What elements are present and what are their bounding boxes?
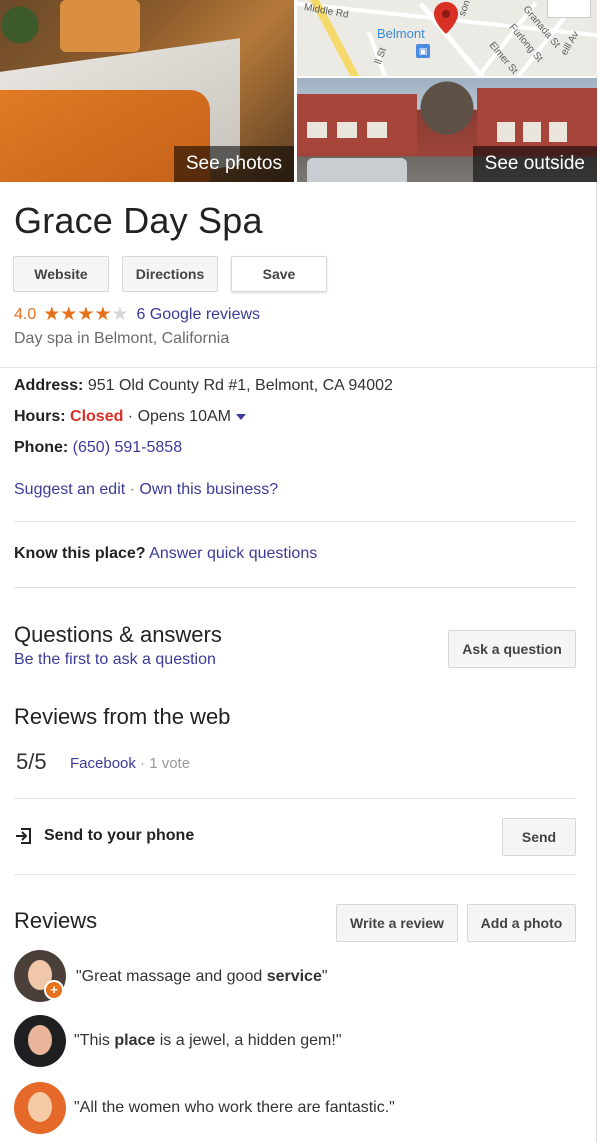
business-name: Grace Day Spa (14, 200, 263, 241)
rating-row: 4.0 ★★★★★ 6 Google reviews (14, 303, 260, 326)
hours-dropdown-icon[interactable] (235, 413, 246, 420)
address-value: 951 Old County Rd #1, Belmont, CA 94002 (87, 377, 393, 394)
review-text: is a jewel, a hidden gem!" (155, 1032, 342, 1049)
hero-images: See photos Middle Rd Granada St Furlong … (0, 0, 597, 182)
star-rating-icon: ★★★★★ (43, 304, 129, 325)
directions-button[interactable]: Directions (122, 256, 218, 292)
review-quote: "This place is a jewel, a hidden gem!" (74, 1032, 342, 1050)
google-reviews-link[interactable]: 6 Google reviews (136, 306, 260, 324)
ask-question-button[interactable]: Ask a question (448, 630, 576, 668)
answer-questions-link[interactable]: Answer quick questions (149, 545, 317, 562)
street-view-photo[interactable]: See outside (297, 78, 597, 182)
write-review-button[interactable]: Write a review (336, 904, 458, 942)
address-row: Address: 951 Old County Rd #1, Belmont, … (14, 377, 393, 395)
hours-status: Closed (70, 408, 124, 425)
avatar-face (28, 1025, 52, 1055)
review-text: "All the women who work there are fantas… (74, 1099, 395, 1116)
first-question-link[interactable]: Be the first to ask a question (14, 651, 216, 669)
avatar (14, 1082, 66, 1134)
transit-icon: ▣ (416, 44, 430, 58)
review-item[interactable]: + "Great massage and good service" (14, 950, 328, 1004)
local-guide-badge-icon: + (44, 980, 64, 1000)
edit-links-row: Suggest an edit · Own this business? (14, 481, 278, 499)
window-decoration (497, 122, 515, 142)
review-item[interactable]: "All the women who work there are fantas… (14, 1082, 395, 1134)
divider (0, 367, 597, 368)
map-street-label: eill Av (559, 29, 582, 58)
divider (14, 798, 576, 799)
suggest-edit-link[interactable]: Suggest an edit (14, 481, 125, 498)
phone-label: Phone: (14, 439, 69, 456)
save-button[interactable]: Save (231, 256, 327, 292)
edit-separator: · (125, 481, 140, 498)
web-review-source: Facebook · 1 vote (70, 755, 190, 772)
phone-link[interactable]: (650) 591-5858 (73, 439, 182, 456)
know-place-label: Know this place? (14, 545, 146, 562)
avatar (14, 1015, 66, 1067)
window-decoration (523, 122, 541, 142)
map-city-label: Belmont (377, 26, 425, 41)
divider (14, 874, 576, 875)
know-place-row: Know this place? Answer quick questions (14, 545, 317, 563)
reviews-title: Reviews (14, 908, 98, 933)
avatar-wrapper: + (14, 950, 68, 1004)
hours-opens[interactable]: Opens 10AM (138, 408, 231, 425)
tree-decoration (417, 78, 477, 148)
business-category: Day spa in Belmont, California (14, 330, 230, 347)
send-to-phone-row[interactable]: Send to your phone (14, 826, 194, 846)
add-photo-button[interactable]: Add a photo (467, 904, 576, 942)
map-pin-icon (434, 2, 458, 34)
review-text: "This (74, 1032, 115, 1049)
hours-row: Hours: Closed · Opens 10AM (14, 408, 246, 426)
avatar-face (28, 1092, 52, 1122)
review-highlight: service (266, 968, 322, 985)
review-text: " (321, 968, 328, 985)
window-decoration (337, 122, 357, 138)
rating-value: 4.0 (14, 305, 37, 323)
phone-row: Phone: (650) 591-5858 (14, 439, 182, 457)
own-business-link[interactable]: Own this business? (139, 481, 278, 498)
plant-decoration (0, 0, 50, 70)
see-outside-label[interactable]: See outside (472, 146, 597, 182)
divider (14, 521, 576, 522)
see-photos-label[interactable]: See photos (173, 146, 294, 182)
review-quote: "Great massage and good service" (76, 968, 328, 986)
window-decoration (307, 122, 327, 138)
send-to-phone-label: Send to your phone (44, 827, 195, 844)
review-item[interactable]: "This place is a jewel, a hidden gem!" (14, 1015, 342, 1067)
divider (14, 587, 576, 588)
web-review-score: 5/5 (16, 749, 47, 774)
window-decoration (367, 122, 387, 138)
pillow-decoration (60, 0, 140, 52)
facebook-link[interactable]: Facebook (70, 755, 136, 772)
send-button[interactable]: Send (502, 818, 576, 856)
review-text: "Great massage and good (76, 968, 267, 985)
qa-title: Questions & answers (14, 622, 222, 647)
map-street-label: son (457, 0, 473, 18)
car-decoration (307, 158, 407, 182)
address-label: Address: (14, 377, 84, 394)
map-thumbnail[interactable]: Middle Rd Granada St Furlong St Elmer St… (297, 0, 597, 76)
hours-label: Hours: (14, 408, 66, 425)
review-highlight: place (114, 1032, 156, 1049)
hours-separator: · (123, 408, 138, 425)
website-button[interactable]: Website (13, 256, 109, 292)
review-quote: "All the women who work there are fantas… (74, 1099, 395, 1117)
web-reviews-title: Reviews from the web (14, 704, 231, 729)
expand-map-icon[interactable] (547, 0, 591, 18)
web-review-votes: · 1 vote (135, 755, 191, 772)
send-to-phone-icon (16, 828, 31, 844)
window-decoration (549, 122, 567, 142)
knowledge-panel: See photos Middle Rd Granada St Furlong … (0, 0, 597, 1142)
spa-photo[interactable]: See photos (0, 0, 294, 182)
